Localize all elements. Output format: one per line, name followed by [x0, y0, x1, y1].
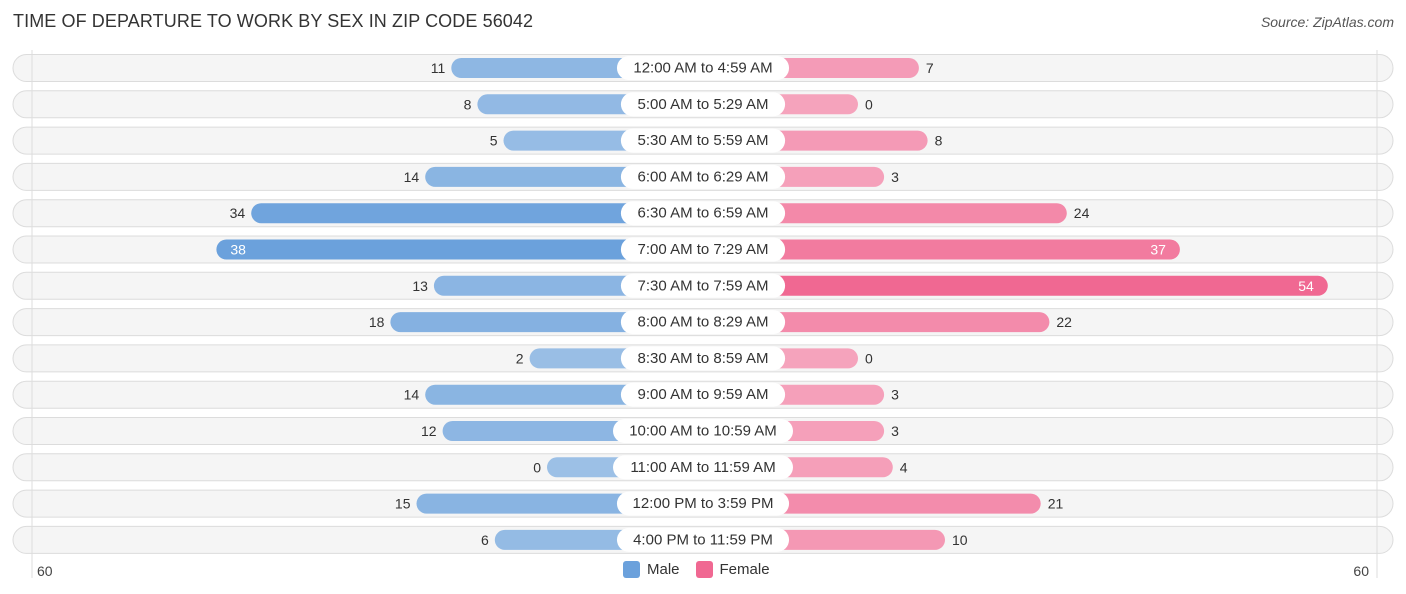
legend-label-female: Female — [719, 561, 770, 578]
category-label: 12:00 AM to 4:59 AM — [633, 60, 772, 77]
value-label-female: 24 — [1074, 205, 1090, 221]
axis-tick-right: 60 — [1353, 563, 1369, 579]
chart-row: 12:00 AM to 4:59 AM 11 7 — [12, 54, 1394, 82]
category-label: 9:00 AM to 9:59 AM — [638, 386, 769, 403]
value-label-female: 3 — [891, 387, 899, 403]
value-label-male: 14 — [404, 169, 420, 185]
chart-row: 7:00 AM to 7:29 AM 38 37 — [12, 235, 1394, 264]
axis-tick-left: 60 — [37, 563, 53, 579]
value-label-male: 13 — [412, 278, 428, 294]
value-label-female: 37 — [1150, 242, 1166, 258]
category-label: 4:00 PM to 11:59 PM — [633, 531, 773, 548]
value-label-male: 11 — [431, 60, 446, 76]
chart-row: 12:00 PM to 3:59 PM 15 21 — [12, 489, 1394, 518]
chart-row: 5:30 AM to 5:59 AM 5 8 — [12, 126, 1394, 155]
chart-rows: 12:00 AM to 4:59 AM 11 7 5:00 AM to 5:29 AM… — [12, 54, 1394, 554]
category-label: 7:00 AM to 7:29 AM — [638, 241, 769, 258]
value-label-male: 14 — [404, 387, 420, 403]
category-label: 8:00 AM to 8:29 AM — [638, 314, 769, 331]
chart-row: 5:00 AM to 5:29 AM 8 0 — [12, 90, 1394, 119]
value-label-male: 5 — [490, 133, 498, 149]
chart-plot: 12:00 AM to 4:59 AM 11 7 5:00 AM to 5:29 AM… — [12, 50, 1394, 579]
legend-swatch-female — [695, 561, 713, 578]
chart-row: 7:30 AM to 7:59 AM 13 54 — [12, 271, 1394, 300]
value-label-male: 0 — [533, 459, 541, 475]
chart-row: 6:00 AM to 6:29 AM 14 3 — [12, 162, 1394, 191]
chart-legend: Male Female — [623, 561, 786, 578]
category-label: 6:30 AM to 6:59 AM — [638, 205, 769, 222]
chart-row: 8:30 AM to 8:59 AM 2 0 — [12, 344, 1394, 373]
value-label-male: 18 — [369, 314, 385, 330]
chart-row: 11:00 AM to 11:59 AM 0 4 — [12, 453, 1394, 482]
chart-row: 8:00 AM to 8:29 AM 18 22 — [12, 308, 1394, 337]
category-label: 7:30 AM to 7:59 AM — [638, 277, 769, 294]
value-label-male: 2 — [516, 350, 524, 366]
value-label-male: 6 — [481, 532, 489, 548]
category-label: 11:00 AM to 11:59 AM — [630, 459, 775, 476]
legend-item-male[interactable]: Male — [623, 561, 680, 578]
value-label-female: 3 — [891, 423, 899, 439]
value-label-female: 0 — [865, 350, 873, 366]
value-label-male: 12 — [421, 423, 437, 439]
chart-row: 9:00 AM to 9:59 AM 14 3 — [12, 380, 1394, 409]
legend-label-male: Male — [647, 561, 680, 578]
category-label: 8:30 AM to 8:59 AM — [638, 350, 769, 367]
value-label-male: 34 — [230, 205, 246, 221]
value-label-female: 22 — [1056, 314, 1072, 330]
value-label-female: 10 — [952, 532, 968, 548]
value-label-female: 7 — [926, 60, 934, 76]
value-label-female: 3 — [891, 169, 899, 185]
value-label-male: 8 — [464, 96, 472, 112]
chart-row: 4:00 PM to 11:59 PM 6 10 — [12, 525, 1394, 554]
chart-row: 10:00 AM to 10:59 AM 12 3 — [12, 417, 1394, 445]
value-label-female: 21 — [1048, 496, 1064, 512]
category-label: 10:00 AM to 10:59 AM — [629, 423, 777, 440]
chart-row: 6:30 AM to 6:59 AM 34 24 — [12, 199, 1394, 228]
legend-item-female[interactable]: Female — [695, 561, 770, 578]
category-label: 5:00 AM to 5:29 AM — [638, 96, 769, 113]
legend-swatch-male — [623, 561, 640, 578]
value-label-female: 8 — [935, 133, 943, 149]
category-label: 12:00 PM to 3:59 PM — [633, 495, 774, 512]
bar-female — [703, 275, 1328, 296]
value-label-male: 15 — [395, 496, 411, 512]
category-label: 6:00 AM to 6:29 AM — [638, 168, 769, 185]
value-label-female: 54 — [1298, 278, 1314, 294]
value-label-female: 4 — [900, 459, 908, 475]
category-label: 5:30 AM to 5:59 AM — [638, 132, 769, 149]
value-label-male: 38 — [230, 242, 246, 258]
value-label-female: 0 — [865, 96, 873, 112]
